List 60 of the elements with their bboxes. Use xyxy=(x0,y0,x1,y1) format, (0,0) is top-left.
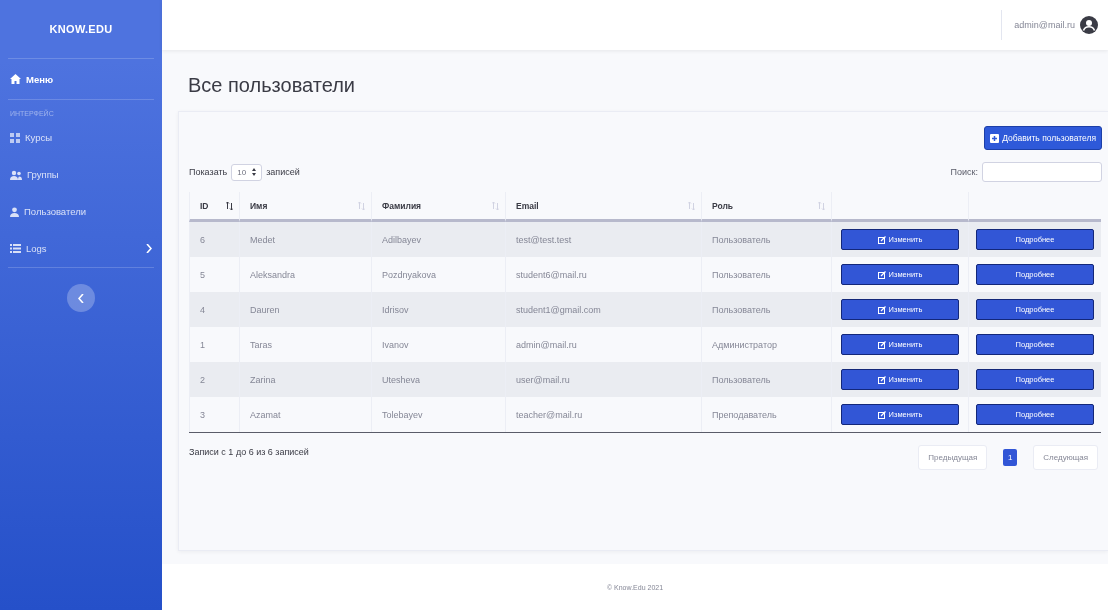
add-user-button[interactable]: Добавить пользователя xyxy=(984,126,1102,150)
table-cell: teacher@mail.ru xyxy=(505,397,701,432)
table-cell: Medet xyxy=(239,222,371,257)
table-cell: 2 xyxy=(189,362,239,397)
table-cell: 6 xyxy=(189,222,239,257)
table-cell: user@mail.ru xyxy=(505,362,701,397)
grid-icon xyxy=(10,132,20,143)
edit-icon xyxy=(877,270,886,279)
sort-icon xyxy=(358,201,365,210)
next-button[interactable]: Следующая xyxy=(1033,445,1098,470)
users-icon xyxy=(10,169,22,180)
user-icon xyxy=(10,206,19,217)
brand-logo[interactable]: KNOW.EDU xyxy=(49,23,113,35)
sidebar-item[interactable]: Группы xyxy=(0,156,162,193)
entries-info: Записи с 1 до 6 из 6 записей xyxy=(189,447,309,457)
sidebar-item[interactable]: Курсы xyxy=(0,119,162,156)
sort-icon xyxy=(688,201,695,210)
table-cell: Zarina xyxy=(239,362,371,397)
table-cell: test@test.test xyxy=(505,222,701,257)
entries-label: записей xyxy=(266,167,300,177)
sort-icon xyxy=(818,201,825,210)
sort-icon xyxy=(226,201,233,210)
page-title: Все пользователи xyxy=(188,74,356,97)
user-menu[interactable]: admin@mail.ru xyxy=(1014,16,1098,34)
table-cell: Пользователь xyxy=(701,292,831,327)
list-icon xyxy=(10,244,21,253)
table-cell: Пользователь xyxy=(701,362,831,397)
previous-button[interactable]: Предыдущая xyxy=(918,445,988,470)
table-cell: 4 xyxy=(189,292,239,327)
edit-icon xyxy=(877,340,886,349)
table-cell: Idrisov xyxy=(371,292,505,327)
table-cell: Utesheva xyxy=(371,362,505,397)
edit-icon xyxy=(877,235,886,244)
entries-select[interactable]: 10 xyxy=(231,163,263,181)
sidebar-toggle-button[interactable] xyxy=(67,284,95,312)
chevron-left-icon xyxy=(78,293,84,303)
edit-icon xyxy=(877,410,886,419)
home-icon xyxy=(10,74,21,84)
user-avatar-icon xyxy=(1080,16,1098,34)
table-cell: Пользователь xyxy=(701,222,831,257)
sort-icon xyxy=(492,201,499,210)
table-cell: 3 xyxy=(189,397,239,432)
edit-icon xyxy=(877,375,886,384)
search-field[interactable] xyxy=(982,162,1102,182)
sidebar-item[interactable]: Logs xyxy=(0,230,162,267)
table-cell: Tolebayev xyxy=(371,397,505,432)
sidebar-item[interactable]: Пользователи xyxy=(0,193,162,230)
table-cell: Преподаватель xyxy=(701,397,831,432)
table-cell: Adilbayev xyxy=(371,222,505,257)
page-button[interactable]: 1 xyxy=(1003,449,1018,466)
sidebar-item[interactable]: Меню xyxy=(0,59,162,99)
table-cell: Dauren xyxy=(239,292,371,327)
chevron-icon xyxy=(146,244,152,253)
select-arrows-icon xyxy=(252,168,257,176)
table-cell: Azamat xyxy=(239,397,371,432)
search-label: Поиск: xyxy=(950,167,978,177)
plus-square-icon xyxy=(990,133,1000,143)
edit-icon xyxy=(877,305,886,314)
show-label: Показать xyxy=(189,167,228,177)
table-cell: student1@gmail.com xyxy=(505,292,701,327)
